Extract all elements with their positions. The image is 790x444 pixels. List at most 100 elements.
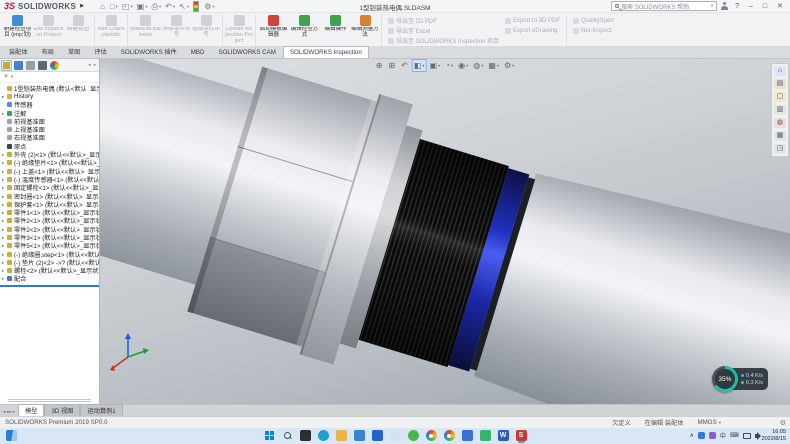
status-item[interactable]: MMGS▾ [697,419,721,426]
tree-item[interactable]: ▸ 螺栓<2> (默认<<默认>_显示状态 [0,267,99,275]
solidworks-resources-tab[interactable]: ⌂ [774,66,786,76]
edit-operations-button[interactable]: 编辑操作 [320,14,351,46]
tree-item[interactable]: ▸ (-) 温度传感器<1> (默认<<默认>_ [0,175,99,183]
taskbar-clock[interactable]: 16:05 2022/8/15 [762,429,786,442]
previous-view-icon[interactable]: ↶ [400,60,410,71]
tab-evaluate[interactable]: 评估 [87,44,113,58]
tree-item[interactable]: ▸ (-) 绝缘垫片<1> (默认<<默认>_显 [0,159,99,167]
new-button[interactable]: □▾ [109,1,119,12]
export-swi-project-button[interactable]: 导出至 SOLIDWORKS Inspection 项目 [388,36,499,45]
new-inspection-project-button[interactable]: 新建检查项目 (imp;划) [2,14,33,46]
notes-app-icon[interactable] [462,430,473,441]
update-inspection-project-button[interactable]: Update Inspection Project [225,14,256,46]
solidworks-taskbar-icon[interactable]: S [516,430,527,441]
dropdown-caret-icon[interactable]: ▾ [159,1,161,12]
tree-item[interactable]: 传感器 [0,101,99,109]
tab-assembly[interactable]: 装配体 [2,44,35,58]
tree-item[interactable]: ▸ (-) 上盖<1> (默认<<默认>_显示状 [0,167,99,175]
launch-template-editor-button[interactable]: 启动模板编辑器 [258,14,289,46]
tree-item[interactable]: ▸ 配合 [0,275,99,283]
file-explorer-icon[interactable] [336,430,347,441]
edit-inspection-project-button[interactable]: Edit Inspection Project [33,14,64,46]
status-options-icon[interactable]: ⚙ [780,419,786,427]
login-icon[interactable] [721,2,728,10]
help-button[interactable]: ? [732,1,742,12]
tab-motion-study[interactable]: 运动算例1 [80,404,122,416]
tab-solidworks-inspection[interactable]: SOLIDWORKS Inspection [283,46,369,58]
tree-item[interactable]: ▸ 零件2<1> (默认<<默认>_显示状 [0,217,99,225]
dropdown-caret-icon[interactable]: ▾ [116,1,118,12]
tab-addins[interactable]: SOLIDWORKS 插件 [114,44,184,58]
print-button[interactable]: ⎙▾ [151,1,163,12]
open-button[interactable]: ◰▾ [121,1,134,12]
tab-sketch[interactable]: 草图 [61,44,87,58]
graphics-area[interactable]: ⊕⊞↶◧▾▣▾◔▾◉▾◍▾▦▾⚙▾ ⌂▤▢▥◍▦◳ 35% 0.4 K/s0.3… [100,59,790,404]
section-view-icon[interactable]: ◧▾ [413,60,426,71]
tree-item[interactable]: 前视基准面 [0,117,99,125]
copilot-icon[interactable] [390,430,401,441]
undo-button[interactable]: ↶▾ [164,1,176,12]
tab-model[interactable]: 模型 [18,404,44,416]
thermocouple-model[interactable] [100,59,790,404]
tab-scroll-arrow[interactable]: ◂ [3,409,5,415]
restore-button[interactable]: □ [760,1,770,12]
chrome-icon[interactable] [444,430,455,441]
volume-icon[interactable] [755,434,758,438]
search-caret-icon[interactable]: ▾ [711,3,713,9]
custom-properties-tab[interactable]: ▦ [774,131,786,141]
export-excel-button[interactable]: 导出至 Excel [388,26,499,35]
keyboard-icon[interactable]: ⌨ [730,432,739,439]
tab-solidworks-cam[interactable]: SOLIDWORKS CAM [211,46,282,58]
word-icon[interactable]: W [498,430,509,441]
tree-item[interactable]: ▸ 密封圈<1> (默认<<默认>_显示状 [0,192,99,200]
tree-item[interactable]: ▸ 零件1<1> (默认<<默认>_显示状态 [0,208,99,216]
store-icon[interactable] [372,430,383,441]
tab-3d-views[interactable]: 3D 视图 [44,404,80,416]
start-button[interactable] [264,430,275,441]
tree-item[interactable]: 上视基准面 [0,125,99,133]
tree-item[interactable]: ▸ 外壳 (2)<1> (默认<<默认>_显示状 [0,150,99,158]
net-speed-widget[interactable]: 35% 0.4 K/s0.3 K/s [712,366,768,392]
panel-tab-arrows[interactable]: ◂ ▸ [88,62,97,68]
status-item[interactable]: 在编辑 装配体 [645,418,686,427]
export-3d-pdf-button[interactable]: Export to 3D PDF [505,16,560,25]
close-button[interactable]: ✕ [774,1,786,12]
rebuild-button[interactable] [192,1,201,12]
solidworks-forum-tab[interactable]: ◳ [774,144,786,154]
app-360-icon[interactable] [408,430,419,441]
status-item[interactable]: 欠定义 [612,418,633,427]
appearances-scenes-tab[interactable]: ◍ [774,118,786,128]
tree-filter[interactable]: ▼ ▾ [0,72,99,83]
qualityxpert-button[interactable]: QualityXpert [573,16,614,25]
edit-measurement-methods-button[interactable]: 编辑测量方法 [351,14,382,46]
tab-scroll-arrow[interactable]: ◂ [6,409,8,415]
tree-item[interactable]: ▸ (-) 垫片 (2)<2> ->? (默认<<默认 [0,258,99,266]
tree-item[interactable]: ▸ 零件5<1> (默认<<默认>_显示状 [0,242,99,250]
dropdown-caret-icon[interactable]: ▾ [212,1,214,12]
display-tray-icon[interactable] [743,433,751,439]
add-characteristic-button[interactable]: Add Characteristic [97,14,128,46]
edit-inspection-methods-button[interactable]: 编辑检查方式 [289,14,320,46]
propertymanager-tab[interactable] [14,61,23,70]
export-2d-pdf-button[interactable]: 导出至 2D PDF [388,16,499,25]
save-button[interactable]: ▣▾ [136,1,149,12]
design-library-tab[interactable]: ▤ [774,79,786,89]
view-settings-icon[interactable]: ⚙▾ [503,60,515,71]
tree-item[interactable]: ▸ 保护套<1> (默认<<默认>_显示状 [0,200,99,208]
tray-app-icon[interactable] [709,432,716,439]
tree-item[interactable]: ▸ 固定螺栓<1> (默认<<默认>_显示状 [0,184,99,192]
display-style-icon[interactable]: ◔▾ [444,60,454,71]
filter-caret-icon[interactable]: ▾ [11,74,13,80]
tab-scroll-arrow[interactable]: ▸ [13,409,15,415]
mail-icon[interactable] [354,430,365,441]
search-input[interactable]: 搜索 SOLIDWORKS 帮助 ▾ [611,1,717,11]
tab-mbd[interactable]: MBD [184,46,212,58]
tree-item[interactable]: 右视基准面 [0,134,99,142]
search-button[interactable] [282,430,293,441]
new-view-button[interactable]: 新建视图 [64,14,95,46]
dropdown-caret-icon[interactable]: ▾ [187,1,189,12]
remove-balloons-button[interactable]: 移除零件序号 [161,14,192,46]
net-inspect-button[interactable]: Net-Inspect [573,26,614,35]
zoom-fit-icon[interactable]: ⊕ [375,60,385,71]
dimxpertmanager-tab[interactable] [38,61,47,70]
